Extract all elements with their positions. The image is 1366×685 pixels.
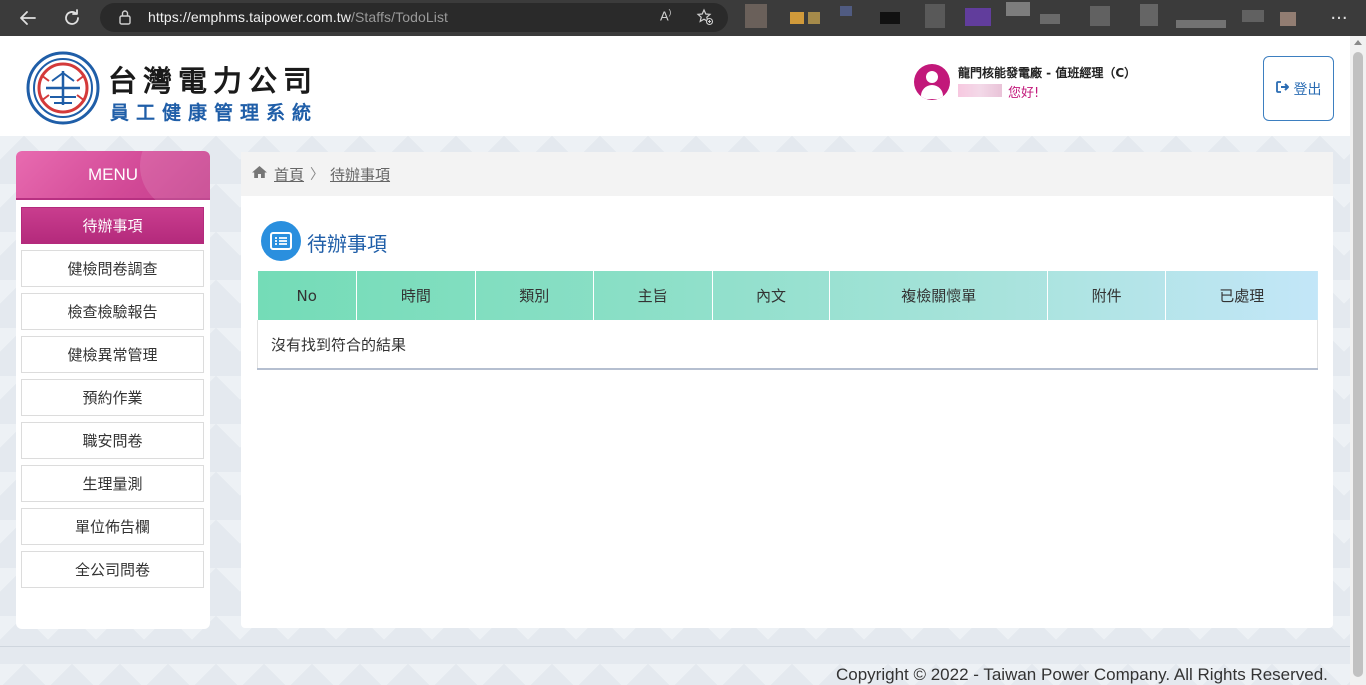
table-row: 沒有找到符合的結果 — [257, 320, 1318, 370]
list-icon — [261, 221, 301, 261]
column-header-attachment[interactable]: 附件 — [1047, 271, 1167, 320]
column-header-content[interactable]: 內文 — [712, 271, 831, 320]
sidebar-menu: MENU 待辦事項 健檢問卷調查 檢查檢驗報告 健檢異常管理 預約作業 職安問卷… — [16, 151, 210, 629]
user-avatar-icon — [914, 64, 950, 100]
todo-table: No 時間 類別 主旨 內文 複檢關懷單 附件 已處理 沒有找到符合的結果 — [257, 271, 1318, 370]
browser-toolbar: https://emphms.taipower.com.tw/Staffs/To… — [0, 0, 1366, 36]
page-scrollbar[interactable] — [1350, 36, 1366, 685]
column-header-processed[interactable]: 已處理 — [1166, 271, 1318, 320]
company-name: 台灣電力公司 — [108, 64, 319, 98]
address-bar[interactable]: https://emphms.taipower.com.tw/Staffs/To… — [100, 3, 728, 32]
user-greeting: 您好! — [1008, 86, 1040, 101]
lock-icon — [118, 9, 132, 29]
favorite-star-icon[interactable] — [696, 8, 714, 29]
breadcrumb: 首頁 〉 待辦事項 — [241, 152, 1333, 196]
sidebar-item-health-survey[interactable]: 健檢問卷調查 — [21, 250, 204, 287]
column-header-category[interactable]: 類別 — [475, 271, 594, 320]
footer-divider — [0, 646, 1350, 647]
sidebar-item-appointment[interactable]: 預約作業 — [21, 379, 204, 416]
logout-button[interactable]: 登出 — [1263, 56, 1334, 121]
sidebar-item-bulletin[interactable]: 單位佈告欄 — [21, 508, 204, 545]
reload-button[interactable] — [56, 2, 88, 34]
extension-icons — [740, 0, 1320, 36]
taipower-logo-icon[interactable] — [26, 51, 100, 129]
empty-result-message: 沒有找到符合的結果 — [257, 320, 1318, 370]
url-text: https://emphms.taipower.com.tw/Staffs/To… — [148, 9, 449, 25]
breadcrumb-home-link[interactable]: 首頁 — [274, 164, 304, 185]
system-name: 員工健康管理系統 — [110, 102, 319, 124]
user-department: 龍門核能發電廠 - 值班經理（C） — [958, 66, 1137, 80]
breadcrumb-current-link[interactable]: 待辦事項 — [330, 164, 390, 185]
sidebar-item-company-survey[interactable]: 全公司問卷 — [21, 551, 204, 588]
scroll-up-arrow-icon[interactable] — [1354, 40, 1362, 45]
sidebar-item-safety-survey[interactable]: 職安問卷 — [21, 422, 204, 459]
back-button[interactable] — [12, 2, 44, 34]
sidebar-item-abnormal-management[interactable]: 健檢異常管理 — [21, 336, 204, 373]
sidebar-item-exam-report[interactable]: 檢查檢驗報告 — [21, 293, 204, 330]
sign-out-icon — [1275, 80, 1290, 97]
browser-menu-button[interactable]: ··· — [1325, 4, 1353, 32]
column-header-recheck-care-form[interactable]: 複檢關懷單 — [829, 271, 1049, 320]
copyright-text: Copyright © 2022 - Taiwan Power Company.… — [836, 665, 1328, 684]
column-header-no[interactable]: No — [257, 271, 357, 320]
menu-list: 待辦事項 健檢問卷調查 檢查檢驗報告 健檢異常管理 預約作業 職安問卷 生理量測… — [21, 207, 204, 594]
menu-title: MENU — [16, 151, 210, 211]
breadcrumb-separator: 〉 — [310, 167, 325, 183]
home-icon — [251, 165, 268, 183]
sidebar-item-todo[interactable]: 待辦事項 — [21, 207, 204, 244]
column-header-time[interactable]: 時間 — [356, 271, 476, 320]
page-title: 待辦事項 — [307, 232, 387, 256]
logout-label: 登出 — [1293, 81, 1322, 98]
scroll-thumb[interactable] — [1353, 52, 1363, 677]
sidebar-item-vital-measurement[interactable]: 生理量測 — [21, 465, 204, 502]
user-name-redacted — [958, 84, 1002, 97]
main-panel: 首頁 〉 待辦事項 待辦事項 No 時間 類別 主旨 內文 複檢關懷單 附件 已… — [241, 152, 1333, 628]
column-header-subject[interactable]: 主旨 — [593, 271, 713, 320]
arrow-left-icon — [20, 11, 36, 25]
table-header-row: No 時間 類別 主旨 內文 複檢關懷單 附件 已處理 — [257, 271, 1318, 320]
site-header: 台灣電力公司 員工健康管理系統 龍門核能發電廠 - 值班經理（C） 您好! 登出 — [0, 36, 1350, 136]
reload-icon — [65, 9, 79, 25]
read-aloud-icon[interactable]: A) — [660, 8, 671, 23]
